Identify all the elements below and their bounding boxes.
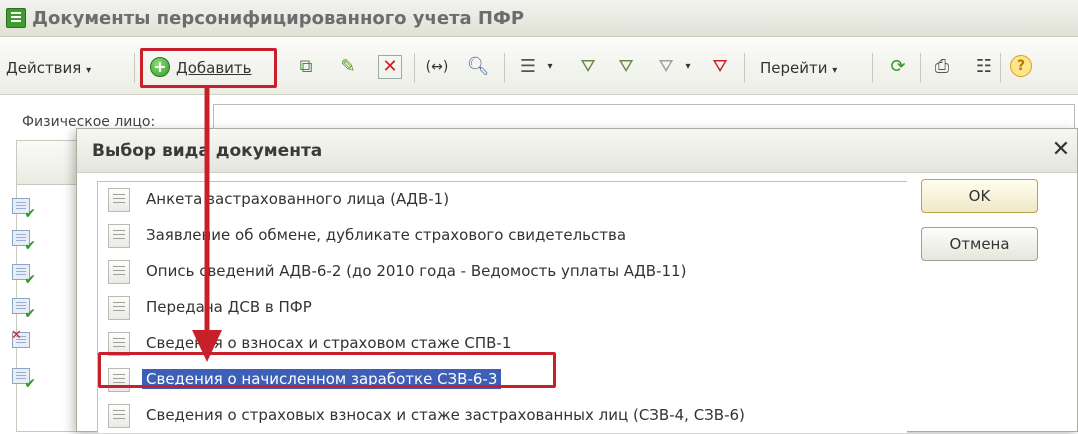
delete-icon[interactable]: ✕ — [378, 55, 402, 79]
list-item-label: Заявление об обмене, дубликате страховог… — [146, 226, 627, 244]
posted-document-icon: ✔ — [12, 230, 36, 253]
posted-document-icon: ✔ — [12, 298, 36, 321]
list-item-label: Опись сведений АДВ-6-2 (до 2010 года - В… — [146, 262, 687, 280]
actions-menu[interactable]: Действия ▾ — [6, 59, 91, 77]
find-icon[interactable]: 🔍︎ — [466, 55, 490, 79]
list-item[interactable]: Заявление об обмене, дубликате страховог… — [98, 218, 906, 254]
actions-menu-label: Действия — [6, 59, 82, 77]
goto-menu-label: Перейти — [760, 59, 828, 77]
list-item[interactable]: Анкета застрахованного лица (АДВ-1) — [98, 182, 906, 218]
toolbar-separator — [744, 53, 745, 83]
list-settings-icon[interactable]: ☰ — [516, 55, 540, 79]
list-item-label: Передача ДСВ в ПФР — [146, 298, 312, 316]
list-item-label: Сведения о взносах и страховом стаже СПВ… — [146, 334, 512, 352]
list-item-label: Сведения о страховых взносах и стаже зас… — [146, 406, 745, 424]
list-header — [17, 141, 85, 185]
dropdown-arrow-icon: ▾ — [86, 65, 92, 76]
print-icon[interactable]: ⎙ — [930, 55, 954, 79]
window-title: Документы персонифицированного учета ПФР — [32, 8, 525, 29]
window-titlebar: Документы персонифицированного учета ПФР — [0, 0, 1078, 37]
plus-icon: + — [150, 57, 170, 77]
cancel-button[interactable]: Отмена — [921, 227, 1038, 261]
list-item[interactable]: Опись сведений АДВ-6-2 (до 2010 года - В… — [98, 254, 906, 290]
posted-document-icon: ✔ — [12, 264, 36, 287]
toolbar-separator — [414, 53, 415, 83]
list-item-label: Анкета застрахованного лица (АДВ-1) — [146, 190, 450, 208]
journal-icon — [6, 8, 26, 28]
ok-button[interactable]: OK — [921, 179, 1038, 213]
clear-filter-icon[interactable]: ⛛ — [708, 55, 732, 79]
document-icon — [108, 404, 130, 428]
dialog-title: Выбор вида документа — [92, 141, 323, 161]
dropdown-arrow-icon[interactable]: ▾ — [538, 55, 562, 79]
filter-value-icon[interactable]: ⛛ — [614, 55, 638, 79]
help-icon[interactable]: ? — [1010, 55, 1032, 77]
document-type-list[interactable]: Анкета застрахованного лица (АДВ-1) Заяв… — [97, 181, 907, 433]
document-icon — [108, 188, 130, 212]
add-button-label: Добавить — [176, 59, 252, 77]
list-item[interactable]: Передача ДСВ в ПФР — [98, 290, 906, 326]
deleted-document-icon: ✕ — [11, 329, 34, 352]
dropdown-arrow-icon[interactable]: ▾ — [676, 55, 700, 79]
goto-menu[interactable]: Перейти ▾ — [760, 59, 837, 77]
toolbar-separator — [1000, 53, 1001, 83]
document-icon — [108, 224, 130, 248]
document-icon — [108, 296, 130, 320]
copy-icon[interactable]: ⧉ — [294, 55, 318, 79]
table-settings-icon[interactable]: ☷ — [972, 55, 996, 79]
document-icon — [108, 260, 130, 284]
dropdown-arrow-icon: ▾ — [832, 65, 838, 76]
toolbar-separator — [504, 53, 505, 83]
list-item[interactable]: Сведения о страховых взносах и стаже зас… — [98, 398, 906, 434]
posted-document-icon: ✔ — [12, 198, 36, 221]
posted-document-icon: ✔ — [12, 368, 36, 391]
selection-highlight — [98, 352, 556, 388]
hierarchy-icon[interactable]: (↔) — [425, 55, 449, 79]
toolbar-separator — [920, 53, 921, 83]
dialog-titlebar: Выбор вида документа ✕ — [77, 129, 1077, 173]
edit-pencil-icon[interactable]: ✎ — [336, 55, 360, 79]
toolbar-separator — [134, 53, 135, 83]
close-icon[interactable]: ✕ — [1049, 138, 1073, 162]
filter-list-icon[interactable]: ⛛ — [576, 55, 600, 79]
filter-history-icon[interactable]: ⛛ — [654, 55, 678, 79]
refresh-icon[interactable]: ⟳ — [886, 55, 910, 79]
toolbar-separator — [872, 53, 873, 83]
